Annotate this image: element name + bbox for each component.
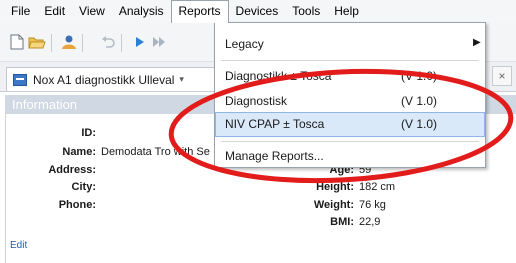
open-folder-icon[interactable] [28, 33, 46, 51]
fast-forward-icon[interactable] [150, 33, 168, 51]
user-icon[interactable] [60, 33, 78, 51]
chevron-down-icon[interactable]: ▾ [179, 74, 184, 85]
menu-item-manage-reports[interactable]: Manage Reports... [215, 144, 485, 169]
play-icon[interactable] [131, 33, 149, 51]
close-tab-button[interactable]: × [492, 66, 512, 86]
menu-view[interactable]: View [72, 0, 112, 22]
menu-devices[interactable]: Devices [229, 0, 286, 22]
menu-edit[interactable]: Edit [37, 0, 72, 22]
menu-analysis[interactable]: Analysis [112, 0, 171, 22]
name-label: Name: [62, 146, 96, 158]
height-value: 182 cm [359, 181, 396, 193]
toolbar-separator [82, 34, 83, 52]
name-value: Demodata Tro with Se [101, 146, 210, 158]
menu-item-version: (V 1.0) [401, 94, 438, 108]
menu-item-legacy[interactable]: Legacy ▶ [215, 32, 485, 57]
reports-dropdown-menu: Legacy ▶ Diagnostikk ± Tosca (V 1.0) Dia… [214, 22, 486, 168]
menu-item-label: Diagnostikk ± Tosca [225, 69, 332, 83]
menu-item-label: NIV CPAP ± Tosca [225, 117, 325, 131]
bmi-label: BMI: [330, 216, 354, 228]
menu-file[interactable]: File [4, 0, 37, 22]
edit-link[interactable]: Edit [10, 240, 27, 251]
weight-label: Weight: [313, 199, 354, 211]
menu-bar: File Edit View Analysis Reports Devices … [0, 0, 516, 23]
menu-item-label: Diagnostisk [225, 94, 288, 108]
menu-separator [221, 60, 479, 61]
toolbar-separator [51, 34, 52, 52]
city-label: City: [71, 181, 96, 193]
weight-value: 76 kg [359, 199, 386, 211]
menu-item-diagnostisk[interactable]: Diagnostisk (V 1.0) [215, 89, 485, 114]
height-label: Height: [316, 181, 354, 193]
menu-item-version: (V 1.0) [401, 69, 438, 83]
menu-help[interactable]: Help [327, 0, 366, 22]
toolbar-separator [121, 34, 122, 52]
document-type-icon [13, 73, 27, 86]
address-label: Address: [48, 164, 96, 176]
menu-item-label: Manage Reports... [225, 149, 324, 163]
document-tab[interactable]: Nox A1 diagnostikk Ulleval ▾ [6, 67, 226, 91]
submenu-arrow-icon: ▶ [473, 37, 481, 48]
menu-reports[interactable]: Reports [170, 0, 229, 23]
undo-icon[interactable] [99, 33, 117, 51]
menu-item-diagnostikk-tosca[interactable]: Diagnostikk ± Tosca (V 1.0) [215, 64, 485, 89]
menu-tools[interactable]: Tools [285, 0, 327, 22]
menu-item-legacy-label: Legacy [225, 37, 264, 51]
menu-separator [221, 141, 479, 142]
new-document-icon[interactable] [8, 33, 26, 51]
document-tab-label: Nox A1 diagnostikk Ulleval [33, 72, 175, 87]
menu-item-version: (V 1.0) [401, 117, 438, 131]
phone-label: Phone: [58, 199, 96, 211]
information-title: Information [12, 97, 78, 112]
bmi-value: 22,9 [359, 216, 381, 228]
menu-item-niv-cpap-tosca[interactable]: NIV CPAP ± Tosca (V 1.0) [215, 112, 485, 137]
id-label: ID: [81, 127, 96, 139]
